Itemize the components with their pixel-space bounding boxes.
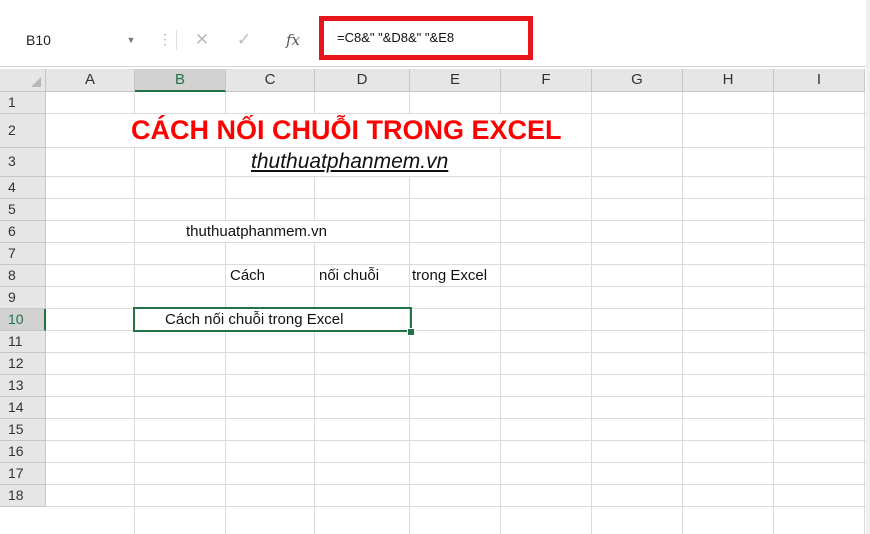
column-header-h[interactable]: H bbox=[683, 69, 774, 92]
cell-b6[interactable]: thuthuatphanmem.vn bbox=[186, 221, 327, 242]
row-header-14[interactable]: 14 bbox=[0, 397, 46, 419]
column-header-i[interactable]: I bbox=[774, 69, 865, 92]
gridline-vertical bbox=[591, 92, 592, 534]
gridline-horizontal bbox=[46, 220, 870, 221]
row-header-6[interactable]: 6 bbox=[0, 221, 46, 243]
row-header-1[interactable]: 1 bbox=[0, 92, 46, 114]
worksheet-grid[interactable]: A B C D E F G H I 1 2 3 4 5 6 7 8 9 10 11 12 13 14 15 16 17 18 CÁCH… bbox=[0, 69, 870, 534]
row-header-18[interactable]: 18 bbox=[0, 485, 46, 507]
cell-c8[interactable]: Cách bbox=[230, 265, 266, 286]
row-header-8[interactable]: 8 bbox=[0, 265, 46, 287]
cancel-icon[interactable]: ✕ bbox=[189, 27, 215, 53]
divider bbox=[176, 30, 177, 50]
column-header-d[interactable]: D bbox=[315, 69, 410, 92]
check-icon[interactable]: ✓ bbox=[231, 27, 257, 53]
formula-highlight-frame bbox=[319, 16, 533, 60]
gridline-horizontal bbox=[46, 418, 870, 419]
window-edge bbox=[866, 0, 870, 534]
gridline-horizontal bbox=[46, 374, 870, 375]
gridline-horizontal bbox=[46, 198, 870, 199]
row-header-17[interactable]: 17 bbox=[0, 463, 46, 485]
row-header-5[interactable]: 5 bbox=[0, 199, 46, 221]
chevron-down-icon[interactable]: ▼ bbox=[121, 27, 141, 53]
column-header-e[interactable]: E bbox=[410, 69, 501, 92]
divider bbox=[0, 66, 870, 67]
row-header-15[interactable]: 15 bbox=[0, 419, 46, 441]
gridline-vertical bbox=[773, 92, 774, 534]
column-header-g[interactable]: G bbox=[592, 69, 683, 92]
excel-window: B10 ▼ ⋮ ✕ ✓ fx =C8&" "&D8&" "&E8 ABCDEFG… bbox=[0, 0, 870, 534]
row-header-16[interactable]: 16 bbox=[0, 441, 46, 463]
row-header-2[interactable]: 2 bbox=[0, 114, 46, 148]
select-all-button[interactable] bbox=[0, 69, 46, 92]
gridline-horizontal bbox=[46, 462, 870, 463]
row-header-3[interactable]: 3 bbox=[0, 148, 46, 177]
row-header-10[interactable]: 10 bbox=[0, 309, 46, 331]
row-header-9[interactable]: 9 bbox=[0, 287, 46, 309]
column-header-c[interactable]: C bbox=[226, 69, 315, 92]
cell-e8[interactable]: trong Excel bbox=[412, 265, 488, 286]
row-header-11[interactable]: 11 bbox=[0, 331, 46, 353]
gridline-vertical bbox=[500, 92, 501, 534]
row-header-12[interactable]: 12 bbox=[0, 353, 46, 375]
row-header-7[interactable]: 7 bbox=[0, 243, 46, 265]
formula-bar: B10 ▼ ⋮ ✕ ✓ fx =C8&" "&D8&" "&E8 bbox=[0, 0, 870, 74]
column-header-a[interactable]: A bbox=[46, 69, 135, 92]
gridline-horizontal bbox=[46, 286, 870, 287]
active-cell-selection[interactable] bbox=[133, 307, 412, 332]
insert-function-icon[interactable]: fx bbox=[280, 27, 306, 53]
gridline-horizontal bbox=[46, 352, 870, 353]
gridline-horizontal bbox=[46, 396, 870, 397]
gridline-horizontal bbox=[46, 242, 870, 243]
select-all-icon bbox=[31, 77, 41, 87]
gridline-horizontal bbox=[46, 147, 870, 148]
column-header-f[interactable]: F bbox=[501, 69, 592, 92]
fill-handle[interactable] bbox=[407, 328, 415, 336]
gridline-horizontal bbox=[46, 176, 870, 177]
gridline-horizontal bbox=[46, 506, 870, 507]
gridline-vertical bbox=[682, 92, 683, 534]
sheet-subtitle[interactable]: thuthuatphanmem.vn bbox=[251, 148, 449, 176]
gridline-vertical bbox=[864, 92, 865, 534]
column-header-b[interactable]: B bbox=[135, 69, 226, 92]
row-header-4[interactable]: 4 bbox=[0, 177, 46, 199]
cell-d8[interactable]: nối chuỗi bbox=[319, 265, 380, 286]
sheet-title[interactable]: CÁCH NỐI CHUỖI TRONG EXCEL bbox=[131, 114, 562, 147]
row-header-13[interactable]: 13 bbox=[0, 375, 46, 397]
gridline-horizontal bbox=[46, 440, 870, 441]
more-vertical-icon[interactable]: ⋮ bbox=[158, 27, 172, 53]
gridline-horizontal bbox=[46, 484, 870, 485]
